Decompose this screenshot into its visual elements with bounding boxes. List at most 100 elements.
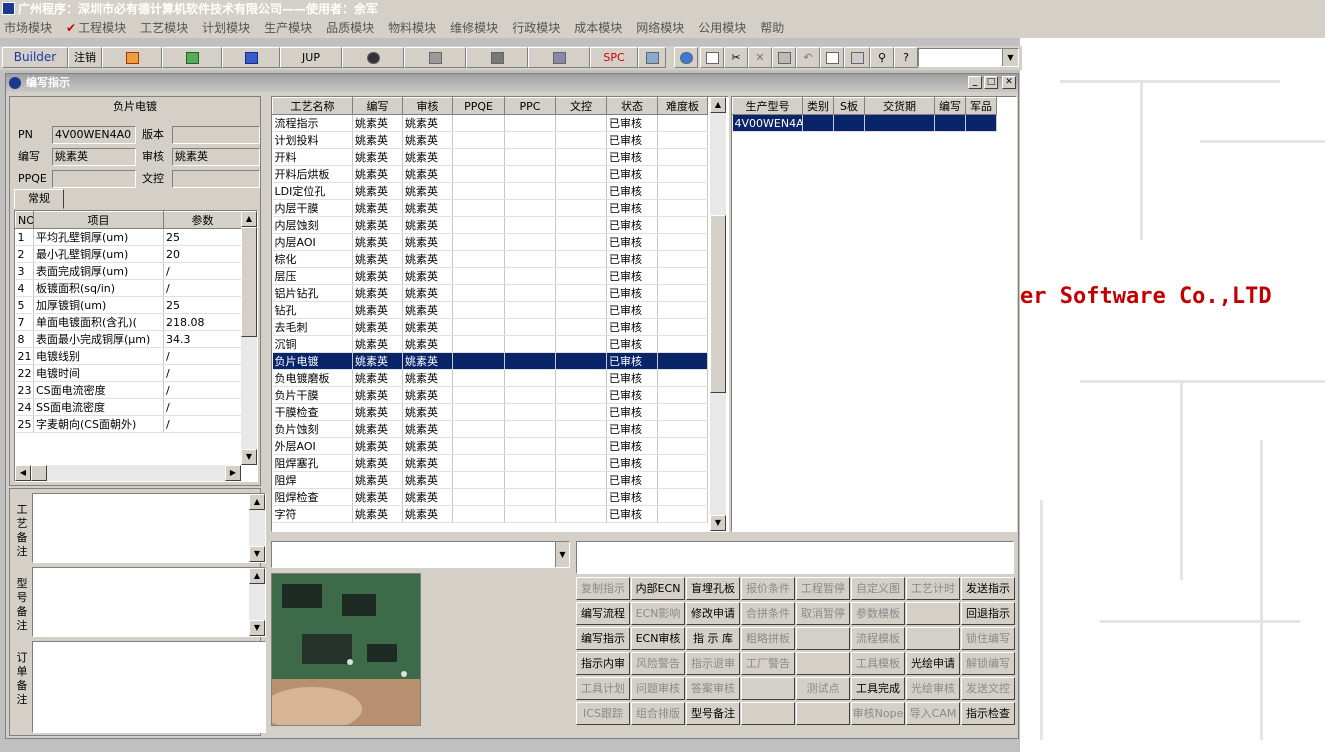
maximize-button[interactable]: □ (984, 76, 998, 89)
action-button[interactable]: ICS跟踪 (576, 702, 630, 725)
action-button[interactable]: 合拼条件 (741, 602, 795, 625)
action-button[interactable]: 问题审核 (631, 677, 685, 700)
scroll-up-icon[interactable]: ▲ (249, 494, 265, 510)
process-row[interactable]: 计划投料 姚素英 姚素英 已审核 (272, 131, 708, 149)
spc-button[interactable]: SPC (590, 47, 638, 68)
preview-button[interactable] (820, 47, 844, 68)
process-row[interactable]: 去毛刺 姚素英 姚素英 已审核 (272, 318, 708, 336)
print-button[interactable] (844, 47, 870, 68)
process-row[interactable]: 层压 姚素英 姚素英 已审核 (272, 267, 708, 285)
action-button[interactable]: 工具完成 (851, 677, 905, 700)
process-row[interactable]: 负片电镀 姚素英 姚素英 已审核 (272, 352, 708, 370)
action-button[interactable]: 指示内审 (576, 652, 630, 675)
action-button[interactable]: 编写流程 (576, 602, 630, 625)
menu-admin[interactable]: 行政模块 (512, 21, 560, 35)
action-button-empty[interactable] (906, 602, 960, 625)
param-row[interactable]: 22 电镀时间 / (15, 364, 242, 382)
param-header-value[interactable]: 参数 (163, 211, 242, 229)
process-combo[interactable]: ▼ (271, 541, 570, 568)
production-header[interactable]: 军品 (965, 97, 997, 115)
close-button[interactable]: ✕ (1002, 76, 1016, 89)
menu-cost[interactable]: 成本模块 (574, 21, 622, 35)
action-button[interactable]: 组合排版 (631, 702, 685, 725)
scroll-up-icon[interactable]: ▲ (710, 97, 726, 113)
action-button[interactable]: 答案审核 (686, 677, 740, 700)
action-button[interactable]: 工厂警告 (741, 652, 795, 675)
scroll-up-icon[interactable]: ▲ (249, 568, 265, 584)
process-row[interactable]: 内层蚀刻 姚素英 姚素英 已审核 (272, 216, 708, 234)
action-button[interactable]: 自定义图 (851, 577, 905, 600)
action-button[interactable]: 光绘申请 (906, 652, 960, 675)
author-field[interactable]: 姚素英 (52, 148, 136, 166)
word-button[interactable] (222, 47, 280, 68)
param-hscroll[interactable]: ◀ ▶ (15, 465, 241, 481)
param-vscroll[interactable]: ▲ ▼ (241, 211, 257, 465)
process-vscroll[interactable]: ▲ ▼ (710, 97, 726, 531)
model-notes-scroll[interactable]: ▲ ▼ (249, 568, 265, 636)
scroll-left-icon[interactable]: ◀ (15, 465, 31, 481)
process-header[interactable]: 编写 (352, 97, 403, 115)
menu-common[interactable]: 公用模块 (698, 21, 746, 35)
cut-button[interactable]: ✂ (724, 47, 748, 68)
process-row[interactable]: 阻焊检查 姚素英 姚素英 已审核 (272, 488, 708, 506)
menu-help[interactable]: 帮助 (760, 21, 784, 35)
logout-button[interactable]: 注销 (68, 47, 102, 68)
action-button[interactable]: 风险警告 (631, 652, 685, 675)
action-button[interactable]: 修改申请 (686, 602, 740, 625)
computer-button[interactable] (528, 47, 590, 68)
menu-production[interactable]: 生产模块 (264, 21, 312, 35)
process-header[interactable]: PPQE (452, 97, 505, 115)
scroll-down-icon[interactable]: ▼ (241, 449, 257, 465)
review-field[interactable]: 姚素英 (172, 148, 260, 166)
param-row[interactable]: 25 字麦朝向(CS面朝外) / (15, 415, 242, 433)
production-header[interactable]: 生产型号 (732, 97, 803, 115)
process-row[interactable]: 干膜检查 姚素英 姚素英 已审核 (272, 403, 708, 421)
menu-engineering[interactable]: 工程模块 (78, 21, 126, 35)
craft-notes-scroll[interactable]: ▲ ▼ (249, 494, 265, 562)
action-button[interactable]: 审核Nope (851, 702, 905, 725)
process-row[interactable]: 流程指示 姚素英 姚素英 已审核 (272, 114, 708, 132)
param-row[interactable]: 5 加厚镀铜(um) 25 (15, 296, 242, 314)
menu-material[interactable]: 物料模块 (388, 21, 436, 35)
action-button[interactable]: 流程模板 (851, 627, 905, 650)
param-row[interactable]: 2 最小孔壁铜厚(um) 20 (15, 245, 242, 263)
action-button[interactable]: ECN影响 (631, 602, 685, 625)
process-row[interactable]: 阻焊塞孔 姚素英 姚素英 已审核 (272, 454, 708, 472)
action-button[interactable]: 解锁编写 (961, 652, 1015, 675)
action-button[interactable]: 参数模板 (851, 602, 905, 625)
action-button[interactable]: 发送指示 (961, 577, 1015, 600)
version-field[interactable] (172, 126, 260, 144)
jup-button[interactable]: JUP (280, 47, 342, 68)
production-header[interactable]: 类别 (802, 97, 834, 115)
process-row[interactable]: LDI定位孔 姚素英 姚素英 已审核 (272, 182, 708, 200)
action-button[interactable]: ECN审核 (631, 627, 685, 650)
production-header[interactable]: 编写 (934, 97, 966, 115)
globe-button[interactable] (674, 47, 698, 68)
process-row[interactable]: 内层AOI 姚素英 姚素英 已审核 (272, 233, 708, 251)
order-notes-input[interactable] (32, 641, 266, 733)
scroll-thumb[interactable] (710, 215, 726, 393)
toolbar-combo[interactable]: ▼ (918, 48, 1019, 67)
scroll-down-icon[interactable]: ▼ (249, 546, 265, 562)
action-button-empty[interactable] (796, 702, 850, 725)
param-row[interactable]: 8 表面最小完成铜厚(μm) 34.3 (15, 330, 242, 348)
scroll-down-icon[interactable]: ▼ (249, 620, 265, 636)
powerpoint-button[interactable] (102, 47, 162, 68)
process-row[interactable]: 字符 姚素英 姚素英 已审核 (272, 505, 708, 523)
calendar-button[interactable] (638, 47, 666, 68)
process-row[interactable]: 负片蚀刻 姚素英 姚素英 已审核 (272, 420, 708, 438)
param-row[interactable]: 7 单面电镀面积(含孔)(218.08 (15, 313, 242, 331)
action-button-empty[interactable] (906, 627, 960, 650)
action-button[interactable]: 型号备注 (686, 702, 740, 725)
production-header[interactable]: S板 (833, 97, 865, 115)
process-row[interactable]: 钻孔 姚素英 姚素英 已审核 (272, 301, 708, 319)
process-header[interactable]: PPC (504, 97, 556, 115)
action-button[interactable]: 回退指示 (961, 602, 1015, 625)
menu-quality[interactable]: 品质模块 (326, 21, 374, 35)
scroll-thumb[interactable] (241, 227, 257, 337)
action-button[interactable]: 光绘审核 (906, 677, 960, 700)
process-row[interactable]: 阻焊 姚素英 姚素英 已审核 (272, 471, 708, 489)
builder-button[interactable]: Builder (2, 47, 68, 68)
action-button[interactable]: 指示检查 (961, 702, 1015, 725)
process-row[interactable]: 外层AOI 姚素英 姚素英 已审核 (272, 437, 708, 455)
